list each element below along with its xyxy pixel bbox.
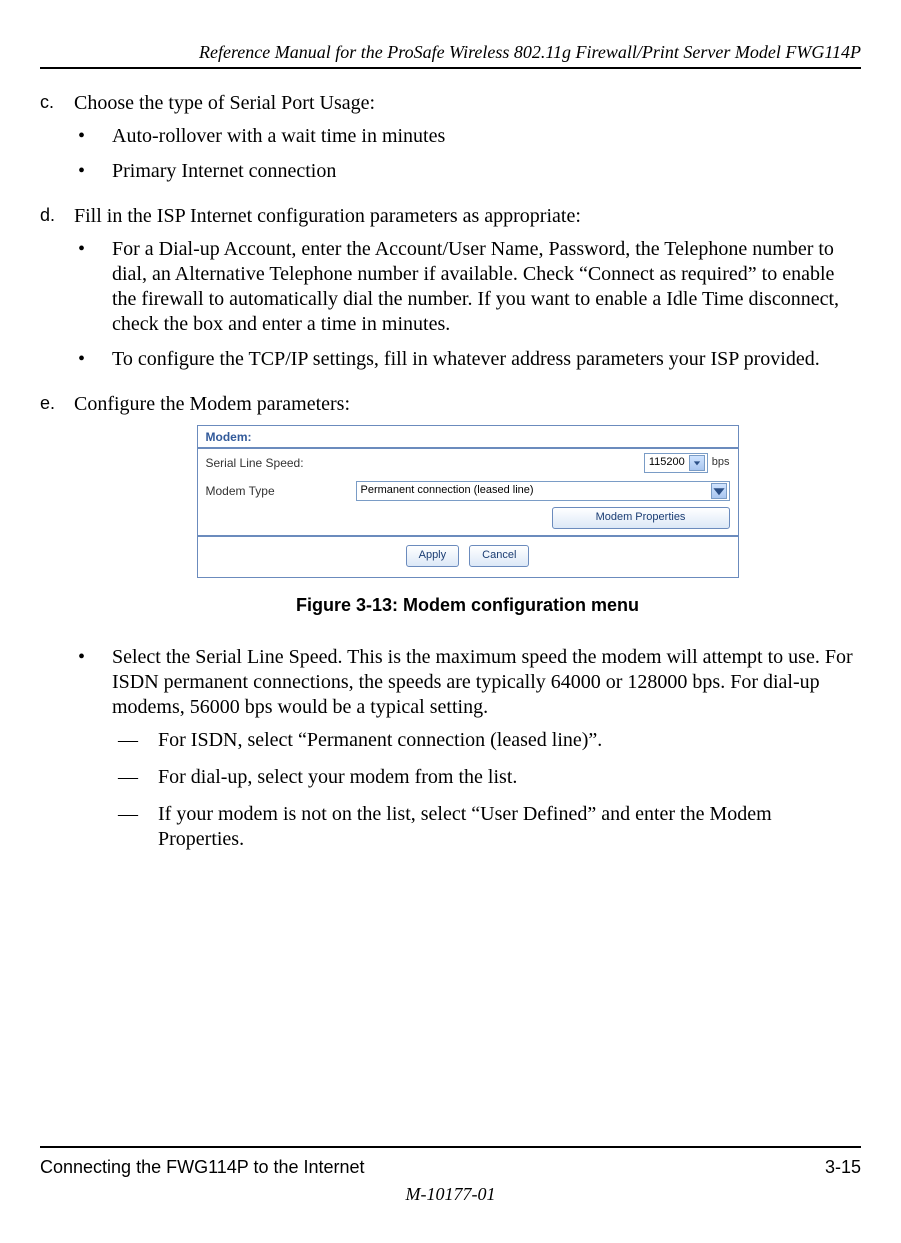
footer-doc-id: M-10177-01 — [0, 1184, 901, 1205]
list-marker: e. — [40, 392, 74, 874]
modem-type-value: Permanent connection (leased line) — [361, 484, 534, 498]
bullet-text: Select the Serial Line Speed. This is th… — [112, 646, 853, 718]
serial-line-speed-value: 115200 — [649, 456, 685, 470]
dash-icon: — — [112, 802, 158, 852]
footer-left: Connecting the FWG114P to the Internet — [40, 1157, 365, 1178]
bullet-item: • Auto-rollover with a wait time in minu… — [74, 124, 861, 149]
bullet-icon: • — [74, 645, 112, 864]
bullet-item: • Select the Serial Line Speed. This is … — [74, 645, 861, 864]
bullet-icon: • — [74, 347, 112, 372]
list-item-e: e. Configure the Modem parameters: Modem… — [40, 392, 861, 874]
bullet-item: • For a Dial-up Account, enter the Accou… — [74, 237, 861, 337]
bullet-text: Auto-rollover with a wait time in minute… — [112, 124, 861, 149]
modem-properties-button[interactable]: Modem Properties — [552, 507, 730, 529]
apply-cancel-row: Apply Cancel — [198, 537, 738, 577]
modem-panel: Modem: Serial Line Speed: 115200 bps — [197, 425, 739, 578]
modem-type-row: Modem Type Permanent connection (leased … — [198, 477, 738, 505]
dash-item: — For ISDN, select “Permanent connection… — [112, 728, 861, 753]
footer-rule — [40, 1146, 861, 1148]
apply-button[interactable]: Apply — [406, 545, 460, 567]
list-item-text: Configure the Modem parameters: — [74, 393, 350, 415]
bullet-icon: • — [74, 124, 112, 149]
modem-section-title: Modem: — [198, 426, 738, 449]
bullet-text: Primary Internet connection — [112, 159, 861, 184]
list-item-text: Fill in the ISP Internet configuration p… — [74, 205, 581, 227]
bullet-text: For a Dial-up Account, enter the Account… — [112, 237, 861, 337]
modem-properties-row: Modem Properties — [198, 505, 738, 537]
cancel-button[interactable]: Cancel — [469, 545, 529, 567]
header-rule — [40, 67, 861, 69]
running-header: Reference Manual for the ProSafe Wireles… — [40, 42, 861, 63]
dash-icon: — — [112, 765, 158, 790]
list-item-c: c. Choose the type of Serial Port Usage:… — [40, 91, 861, 194]
serial-line-speed-row: Serial Line Speed: 115200 bps — [198, 449, 738, 477]
dash-item: — If your modem is not on the list, sele… — [112, 802, 861, 852]
bullet-icon: • — [74, 159, 112, 184]
dash-item: — For dial-up, select your modem from th… — [112, 765, 861, 790]
dash-text: For dial-up, select your modem from the … — [158, 765, 861, 790]
bullet-item: • To configure the TCP/IP settings, fill… — [74, 347, 861, 372]
serial-line-speed-select[interactable]: 115200 — [644, 453, 708, 473]
bullet-text: To configure the TCP/IP settings, fill i… — [112, 347, 861, 372]
bps-label: bps — [712, 456, 730, 470]
chevron-down-icon — [689, 455, 705, 471]
serial-line-speed-label: Serial Line Speed: — [206, 456, 356, 471]
list-item-text: Choose the type of Serial Port Usage: — [74, 92, 375, 114]
figure-caption: Figure 3-13: Modem configuration menu — [74, 594, 861, 617]
dash-text: If your modem is not on the list, select… — [158, 802, 861, 852]
list-marker: d. — [40, 204, 74, 382]
chevron-down-icon — [711, 483, 727, 499]
list-marker: c. — [40, 91, 74, 194]
dash-icon: — — [112, 728, 158, 753]
list-item-d: d. Fill in the ISP Internet configuratio… — [40, 204, 861, 382]
modem-type-select[interactable]: Permanent connection (leased line) — [356, 481, 730, 501]
dash-text: For ISDN, select “Permanent connection (… — [158, 728, 861, 753]
footer-page-number: 3-15 — [825, 1157, 861, 1178]
bullet-icon: • — [74, 237, 112, 337]
bullet-item: • Primary Internet connection — [74, 159, 861, 184]
modem-type-label: Modem Type — [206, 484, 356, 499]
